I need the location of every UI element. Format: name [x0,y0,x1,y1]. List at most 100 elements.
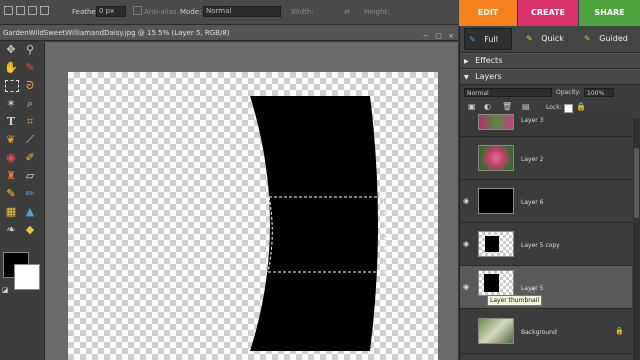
subtract-selection-icon[interactable] [28,6,37,15]
share-mode-button[interactable]: SHARE [579,0,640,26]
hand-tool-icon[interactable]: ✋ [3,60,19,76]
document-title-bar: GardenWildSweetWilliamandDaisy.jpg @ 15.… [0,25,458,41]
move-tool-icon[interactable]: ✥ [3,42,19,58]
layer-thumbnail[interactable] [478,145,514,171]
guided-edit-icon: ✎ [584,34,591,43]
layers-title: Layers [475,72,502,81]
layer-thumbnail[interactable] [478,231,514,257]
magic-wand-tool-icon[interactable]: ✶ [3,96,19,112]
clone-stamp-tool-icon[interactable]: ♜ [3,168,19,184]
mode-select[interactable]: Normal [203,6,281,17]
adjustment-layer-icon[interactable]: ◐ [484,102,491,111]
layer-row-layer-5-copy[interactable]: ◉ Layer 5 copy [460,223,632,266]
layer-name: Layer 6 [521,199,544,206]
smart-brush-tool-icon[interactable]: ✏ [22,186,38,202]
background-color-swatch[interactable] [14,264,40,290]
layer-name: Layer 2 [521,156,544,163]
create-mode-button[interactable]: CREATE [518,0,578,26]
cookie-cutter-tool-icon[interactable]: ❦ [3,132,19,148]
swap-icon[interactable]: ⇄ [344,8,350,16]
options-bar: Feather: 0 px Anti-alias Mode: Normal Wi… [0,0,458,25]
straighten-tool-icon[interactable]: ⟋ [22,132,38,148]
feather-input[interactable]: 0 px [96,6,126,17]
marquee-tool-icon[interactable] [5,80,19,92]
tab-guided-label: Guided [599,34,628,43]
antialias-label: Anti-alias [144,8,177,16]
zoom-tool-icon[interactable]: ⚲ [22,42,38,58]
lock-transparent-icon[interactable] [564,104,573,113]
tab-full-label: Full [484,35,498,44]
lock-icon: 🔒 [615,327,624,335]
crop-tool-icon[interactable]: ⌗ [22,114,38,130]
lock-label: Lock: [546,104,562,111]
eraser-tool-icon[interactable]: ▱ [22,168,38,184]
link-layers-icon[interactable]: ▤ [522,102,530,111]
layer-row-layer-2[interactable]: Layer 2 [460,137,632,180]
full-edit-icon: ✎ [469,35,476,44]
layer-thumbnail[interactable] [478,114,514,130]
effects-title: Effects [475,56,503,65]
maximize-icon[interactable]: □ [435,32,442,40]
visibility-eye-icon[interactable]: ◉ [463,197,469,205]
brush-tool-icon[interactable]: ✎ [3,186,19,202]
blur-tool-icon[interactable]: ❧ [3,222,19,238]
layer-row-layer-3[interactable]: Layer 3 [460,114,632,137]
layers-scrollbar[interactable] [633,118,640,360]
lasso-tool-icon[interactable]: ᘐ [22,78,38,94]
eyedropper-tool-icon[interactable]: ✎ [22,60,38,76]
opacity-input[interactable]: 100% [584,88,614,97]
gradient-tool-icon[interactable]: ▦ [3,204,19,220]
selection-marquee-right [382,196,386,273]
healing-brush-tool-icon[interactable]: ✐ [22,150,38,166]
scrollbar-thumb[interactable] [634,148,639,218]
quick-edit-icon: ✎ [526,34,533,43]
document-canvas[interactable] [68,72,438,360]
opacity-label: Opacity: [556,89,581,96]
panel-bin: ✎ Full ✎ Quick ✎ Guided ▶ Effects ▼ Laye… [459,26,640,360]
sponge-tool-icon[interactable]: ◆ [22,222,38,238]
edit-mode-button[interactable]: EDIT [459,0,517,26]
tab-quick-label: Quick [541,34,564,43]
canvas-workspace [45,42,458,360]
close-icon[interactable]: × [448,32,454,40]
effects-section-header[interactable]: ▶ Effects [460,53,640,69]
tab-quick[interactable]: ✎ Quick [526,28,574,50]
collapse-icon: ▼ [464,74,469,81]
layer-thumbnail[interactable] [478,188,514,214]
layer-thumbnail[interactable] [478,270,514,296]
layer-row-layer-6[interactable]: ◉ Layer 6 [460,180,632,223]
tab-full[interactable]: ✎ Full [464,28,512,50]
lock-all-icon[interactable]: 🔒 [576,102,586,111]
document-title: GardenWildSweetWilliamandDaisy.jpg @ 15.… [3,29,230,37]
intersect-selection-icon[interactable] [40,6,49,15]
expand-icon: ▶ [464,58,469,65]
toolbox: ✥ ⚲ ✋ ✎ ᘐ ✶ ⌕ T ⌗ ❦ ⟋ ◉ ✐ ♜ ▱ ✎ ✏ ▦ ▲ ❧ … [0,42,45,360]
default-colors-icon[interactable]: ◪ [0,282,10,298]
new-selection-icon[interactable] [4,6,13,15]
layer-name: Layer 3 [521,117,544,124]
selection-brush-tool-icon[interactable]: ⌕ [22,96,38,112]
mode-label: Mode: [180,8,202,16]
width-label: Width: [291,8,314,16]
layer-thumbnail[interactable] [478,318,514,344]
layer-row-layer-5-selected[interactable]: ◉ Layer 5 ☝ Layer thumbnail [460,266,632,309]
height-label: Height: [364,8,390,16]
visibility-eye-icon[interactable]: ◉ [463,283,469,291]
layer-thumbnail-tooltip: Layer thumbnail [487,295,543,306]
paint-bucket-tool-icon[interactable]: ▲ [22,204,38,220]
tab-guided[interactable]: ✎ Guided [584,28,640,50]
add-selection-icon[interactable] [16,6,25,15]
black-warped-shape [250,96,386,351]
layer-row-background[interactable]: Background 🔒 [460,309,632,354]
layer-name: Background [521,329,557,336]
layers-section-header[interactable]: ▼ Layers [460,69,640,85]
type-tool-icon[interactable]: T [3,114,19,130]
red-eye-tool-icon[interactable]: ◉ [3,150,19,166]
new-layer-icon[interactable]: ▣ [468,102,476,111]
delete-layer-icon[interactable]: 🗑 [502,102,512,111]
layer-name: Layer 5 copy [521,242,560,249]
blend-mode-select[interactable]: Normal [464,88,552,97]
minimize-icon[interactable]: − [423,32,429,40]
antialias-checkbox[interactable] [133,6,142,15]
visibility-eye-icon[interactable]: ◉ [463,240,469,248]
